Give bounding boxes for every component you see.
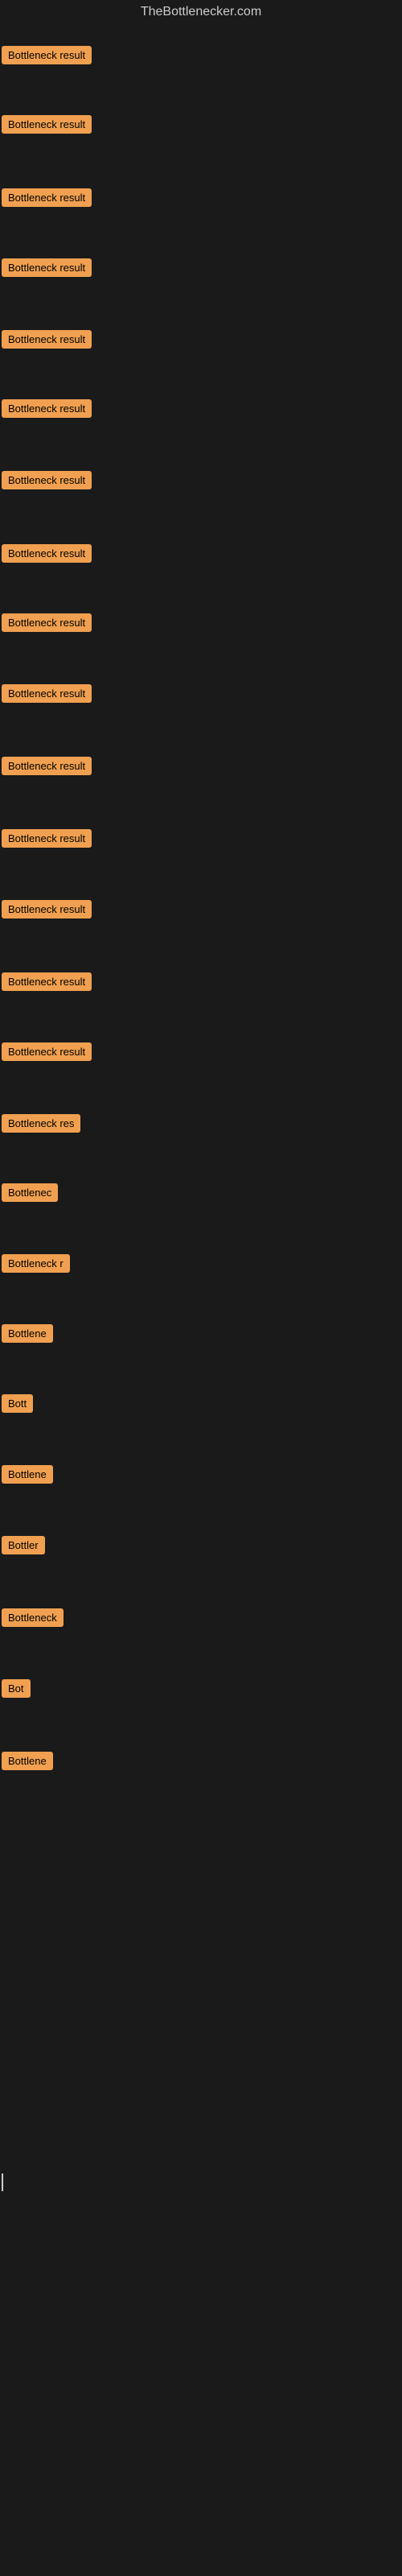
list-item[interactable]: Bottleneck result: [2, 399, 92, 422]
list-item[interactable]: Bottleneck result: [2, 757, 92, 779]
bottleneck-badge[interactable]: Bottleneck result: [2, 684, 92, 703]
cursor-indicator: [2, 2174, 3, 2191]
bottleneck-badge[interactable]: Bottleneck r: [2, 1254, 70, 1273]
bottleneck-badge[interactable]: Bottleneck result: [2, 613, 92, 632]
bottleneck-badge[interactable]: Bott: [2, 1394, 33, 1413]
list-item[interactable]: Bottlene: [2, 1324, 53, 1347]
list-item[interactable]: Bottleneck result: [2, 613, 92, 636]
list-item[interactable]: Bottleneck result: [2, 115, 92, 138]
list-item[interactable]: Bottleneck r: [2, 1254, 70, 1277]
bottleneck-badge[interactable]: Bottler: [2, 1536, 45, 1554]
bottleneck-badge[interactable]: Bottleneck result: [2, 258, 92, 277]
bottleneck-badge[interactable]: Bottlenec: [2, 1183, 58, 1202]
bottleneck-badge[interactable]: Bottleneck result: [2, 330, 92, 349]
site-wrapper: TheBottlenecker.com Bottleneck result Bot…: [0, 0, 402, 2576]
bottleneck-badge[interactable]: Bottleneck result: [2, 399, 92, 418]
list-item[interactable]: Bottleneck result: [2, 1042, 92, 1065]
list-item[interactable]: Bottlene: [2, 1752, 53, 1774]
bottleneck-badge[interactable]: Bottleneck result: [2, 115, 92, 134]
list-item[interactable]: Bottleneck: [2, 1608, 64, 1631]
list-item[interactable]: Bottleneck result: [2, 684, 92, 707]
site-title: TheBottlenecker.com: [0, 0, 402, 23]
bottleneck-badge[interactable]: Bottleneck res: [2, 1114, 80, 1133]
bottleneck-badge[interactable]: Bottleneck result: [2, 829, 92, 848]
bottleneck-badge[interactable]: Bottleneck result: [2, 46, 92, 64]
list-item[interactable]: Bottler: [2, 1536, 45, 1558]
list-item[interactable]: Bottleneck result: [2, 188, 92, 211]
list-item[interactable]: Bottleneck result: [2, 330, 92, 353]
bottleneck-badge[interactable]: Bottleneck result: [2, 544, 92, 563]
list-item[interactable]: Bottleneck result: [2, 972, 92, 995]
list-item[interactable]: Bottleneck result: [2, 258, 92, 281]
bottleneck-badge[interactable]: Bottleneck result: [2, 972, 92, 991]
bottleneck-badge[interactable]: Bot: [2, 1679, 31, 1698]
list-item[interactable]: Bottleneck result: [2, 46, 92, 68]
list-item[interactable]: Bott: [2, 1394, 33, 1417]
bottleneck-badge[interactable]: Bottleneck: [2, 1608, 64, 1627]
list-item[interactable]: Bottleneck result: [2, 471, 92, 493]
bottleneck-badge[interactable]: Bottleneck result: [2, 757, 92, 775]
bottleneck-badge[interactable]: Bottlene: [2, 1324, 53, 1343]
bottleneck-badge[interactable]: Bottleneck result: [2, 471, 92, 489]
bottleneck-badge[interactable]: Bottleneck result: [2, 1042, 92, 1061]
list-item[interactable]: Bottleneck result: [2, 544, 92, 567]
list-item[interactable]: Bottlenec: [2, 1183, 58, 1206]
list-item[interactable]: Bottleneck result: [2, 829, 92, 852]
list-item[interactable]: Bot: [2, 1679, 31, 1702]
list-item[interactable]: Bottlene: [2, 1465, 53, 1488]
bottleneck-badge[interactable]: Bottlene: [2, 1752, 53, 1770]
bottleneck-badge[interactable]: Bottleneck result: [2, 900, 92, 919]
list-item[interactable]: Bottleneck result: [2, 900, 92, 923]
bottleneck-badge[interactable]: Bottleneck result: [2, 188, 92, 207]
bottleneck-badge[interactable]: Bottlene: [2, 1465, 53, 1484]
list-item[interactable]: Bottleneck res: [2, 1114, 80, 1137]
